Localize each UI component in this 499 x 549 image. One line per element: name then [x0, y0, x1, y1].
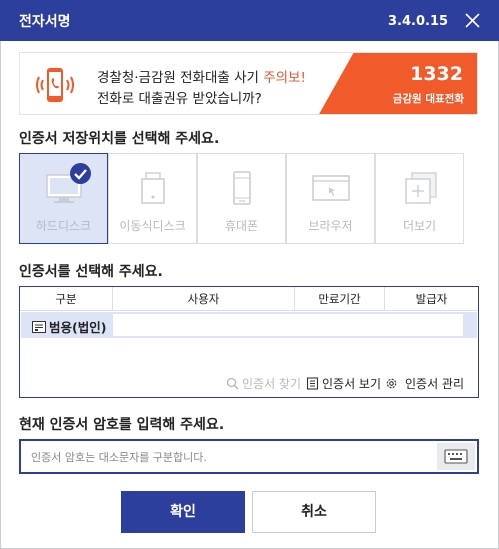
storage-option-phone[interactable]: 휴대폰 [197, 153, 286, 244]
storage-label: 하드디스크 [35, 219, 92, 233]
password-input[interactable] [31, 447, 431, 467]
storage-location-selector: 하드디스크 이동식디스크 휴대폰 브라우저 더보기 [19, 153, 465, 244]
find-certificate-label: 인증서 찾기 [242, 377, 302, 391]
selected-check-icon [70, 163, 91, 184]
cert-details-cell [113, 314, 463, 336]
fraud-warning-banner[interactable]: 경찰청·금감원 전화대출 사기 주의보! 전화로 대출권유 받았습니까? 133… [19, 52, 478, 115]
banner-question-text: 전화로 대출권유 받았습니까? [97, 91, 262, 107]
browser-window-icon [312, 175, 350, 201]
banner-warning-highlight: 주의보! [263, 70, 306, 86]
password-heading: 현재 인증서 암호를 입력해 주세요. [19, 417, 225, 433]
storage-heading: 인증서 저장위치를 선택해 주세요. [19, 131, 220, 147]
ringing-phone-icon [36, 68, 74, 102]
storage-option-browser[interactable]: 브라우저 [286, 153, 375, 244]
title-bar: 전자서명 3.4.0.15 [0, 0, 499, 41]
window-title: 전자서명 [19, 14, 71, 30]
certificate-heading: 인증서를 선택해 주세요. [19, 264, 163, 280]
cert-type-cell: 범용(법인) [32, 317, 106, 336]
storage-option-removable[interactable]: 이동식디스크 [108, 153, 197, 244]
manage-certificate-label: 인증서 관리 [405, 377, 465, 391]
mobile-phone-icon [233, 171, 251, 205]
gear-icon [386, 378, 397, 389]
storage-label: 이동식디스크 [119, 219, 186, 233]
banner-warning-prefix: 경찰청·금감원 전화대출 사기 [97, 70, 264, 86]
search-icon [226, 377, 239, 390]
certificate-card-icon [32, 321, 46, 333]
table-header: 구분 사용자 만료기간 발급자 [20, 287, 478, 311]
password-field-container [19, 439, 479, 474]
storage-label: 더보기 [402, 219, 437, 233]
cancel-button[interactable]: 취소 [252, 491, 376, 533]
confirm-button[interactable]: 확인 [121, 491, 245, 533]
more-plus-icon [405, 172, 437, 204]
table-row[interactable]: 범용(법인) [21, 312, 477, 338]
usb-drive-icon [141, 172, 165, 204]
view-certificate-label: 인증서 보기 [322, 377, 382, 391]
banner-warning-text: 경찰청·금감원 전화대출 사기 주의보! [97, 66, 306, 86]
virtual-keyboard-icon [444, 449, 468, 464]
virtual-keyboard-button[interactable] [437, 443, 475, 470]
storage-option-harddisk[interactable]: 하드디스크 [19, 153, 108, 244]
column-header-issuer[interactable]: 발급자 [385, 287, 478, 311]
storage-option-more[interactable]: 더보기 [375, 153, 464, 244]
storage-label: 브라우저 [308, 219, 353, 233]
cert-type-text: 범용(법인) [49, 320, 107, 335]
close-x-icon [465, 13, 480, 28]
version-label: 3.4.0.15 [388, 14, 449, 29]
hotline-number: 1332 [410, 63, 463, 85]
storage-label: 휴대폰 [224, 219, 259, 233]
column-header-type[interactable]: 구분 [20, 287, 113, 311]
close-button[interactable] [461, 9, 485, 33]
hotline-label: 금감원 대표전화 [392, 93, 464, 105]
document-icon [306, 377, 319, 390]
column-header-user[interactable]: 사용자 [113, 287, 295, 311]
hotline-panel: 1332 금감원 대표전화 [318, 53, 477, 114]
column-header-expiry[interactable]: 만료기간 [295, 287, 385, 311]
